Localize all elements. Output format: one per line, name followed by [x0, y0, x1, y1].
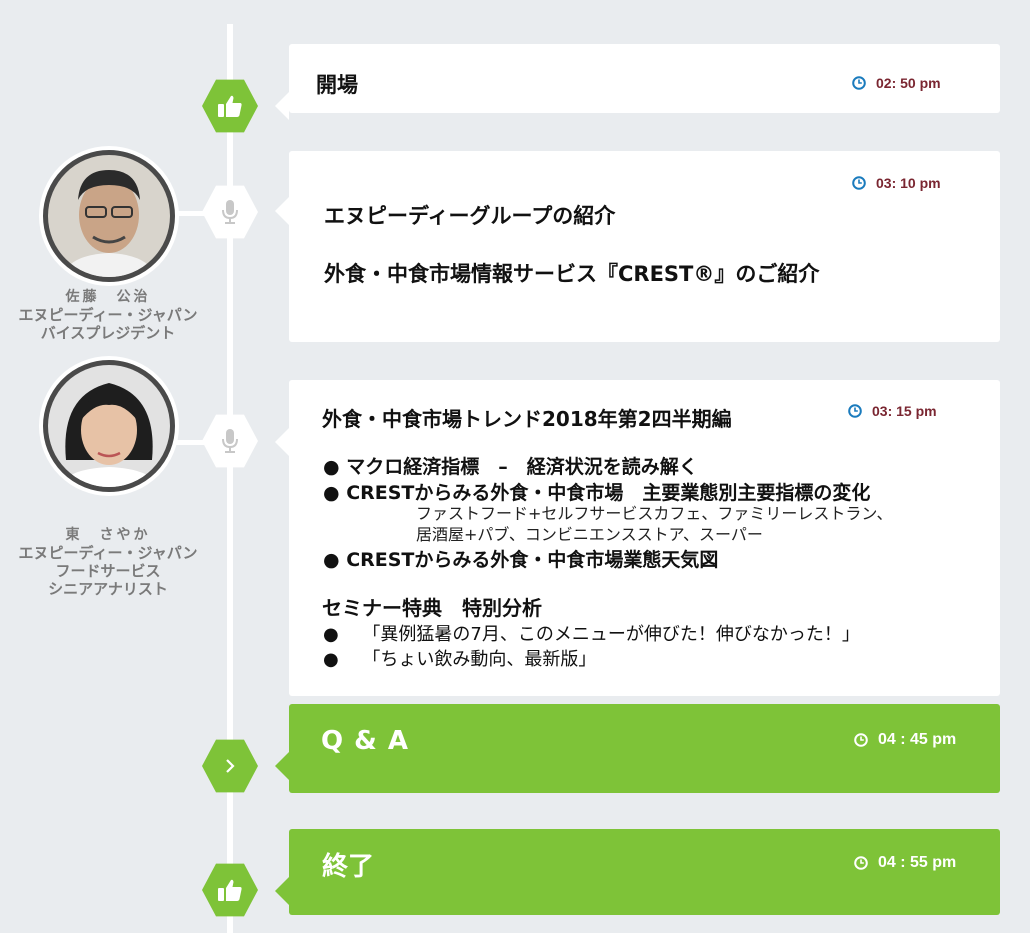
speaker-dept: フードサービス: [55, 562, 161, 580]
agenda-bullet: ● CRESTからみる外食・中食市場業態天気図: [323, 549, 719, 571]
speaker-role: バイスプレジデント: [40, 324, 176, 342]
event-title: 開場: [316, 73, 358, 97]
event-title: 外食・中食市場トレンド2018年第2四半期編: [322, 407, 732, 431]
event-time: 04 : 45 pm: [854, 731, 956, 749]
thumbs-up-icon: [218, 879, 242, 901]
agenda-bullet: ● マクロ経済指標 – 経済状況を読み解く: [323, 456, 698, 478]
speaker-connector: [170, 211, 204, 216]
event-time-text: 04 : 55 pm: [878, 854, 957, 871]
microphone-icon: [222, 200, 238, 224]
agenda-bullet: ● CRESTからみる外食・中食市場 主要業態別主要指標の変化: [323, 482, 871, 504]
event-line: エヌピーディーグループの紹介: [324, 204, 616, 228]
microphone-icon-badge: [202, 185, 258, 239]
avatar: [43, 150, 175, 282]
speaker-photo: [48, 365, 170, 487]
speaker-role: シニアアナリスト: [48, 580, 168, 598]
event-title: 終了: [322, 852, 375, 882]
timeline-line: [227, 24, 233, 933]
special-title: セミナー特典 特別分析: [322, 596, 542, 620]
event-time: 03: 10 pm: [852, 175, 941, 191]
speaker-name: 東 さやか: [65, 527, 151, 543]
microphone-icon: [222, 429, 238, 453]
clock-icon: [848, 404, 862, 418]
agenda-sub-line: ファストフード+セルフサービスカフェ、ファミリーレストラン、: [416, 504, 893, 523]
clock-icon: [854, 733, 868, 747]
thumbs-up-icon-badge: [202, 863, 258, 917]
clock-icon: [852, 76, 866, 90]
microphone-icon-badge: [202, 414, 258, 468]
event-time: 02: 50 pm: [852, 75, 941, 91]
special-item: ● 「異例猛暑の7月、このメニューが伸びた！伸びなかった！」: [323, 624, 860, 645]
event-time-text: 02: 50 pm: [876, 75, 941, 91]
agenda-sub-line: 居酒屋+パブ、コンビニエンスストア、スーパー: [416, 525, 763, 544]
clock-icon: [854, 856, 868, 870]
speaker-org: エヌピーディー・ジャパン: [18, 306, 198, 324]
thumbs-up-icon: [218, 95, 242, 117]
speaker-info: 佐藤 公治 エヌピーディー・ジャパン バイスプレジデント: [0, 288, 216, 342]
speaker-name: 佐藤 公治: [65, 289, 151, 305]
clock-icon: [852, 176, 866, 190]
event-time-text: 04 : 45 pm: [878, 731, 957, 748]
chevron-right-icon: [226, 759, 235, 773]
speaker-info: 東 さやか エヌピーディー・ジャパン フードサービス シニアアナリスト: [0, 526, 216, 598]
speaker-photo: [48, 155, 170, 277]
event-time: 03: 15 pm: [848, 403, 937, 419]
speaker-org: エヌピーディー・ジャパン: [18, 544, 198, 562]
avatar: [43, 360, 175, 492]
event-time-text: 03: 10 pm: [876, 175, 941, 191]
thumbs-up-icon-badge: [202, 79, 258, 133]
event-title: Q & A: [321, 726, 410, 756]
chevron-icon-badge: [202, 739, 258, 793]
event-line: 外食・中食市場情報サービス『CREST®』のご紹介: [324, 262, 820, 286]
event-time-text: 03: 15 pm: [872, 403, 937, 419]
special-item: ● 「ちょい飲み動向、最新版」: [323, 649, 597, 670]
event-card-closing: [275, 829, 1000, 915]
speaker-connector: [170, 440, 204, 445]
event-time: 04 : 55 pm: [854, 854, 956, 872]
